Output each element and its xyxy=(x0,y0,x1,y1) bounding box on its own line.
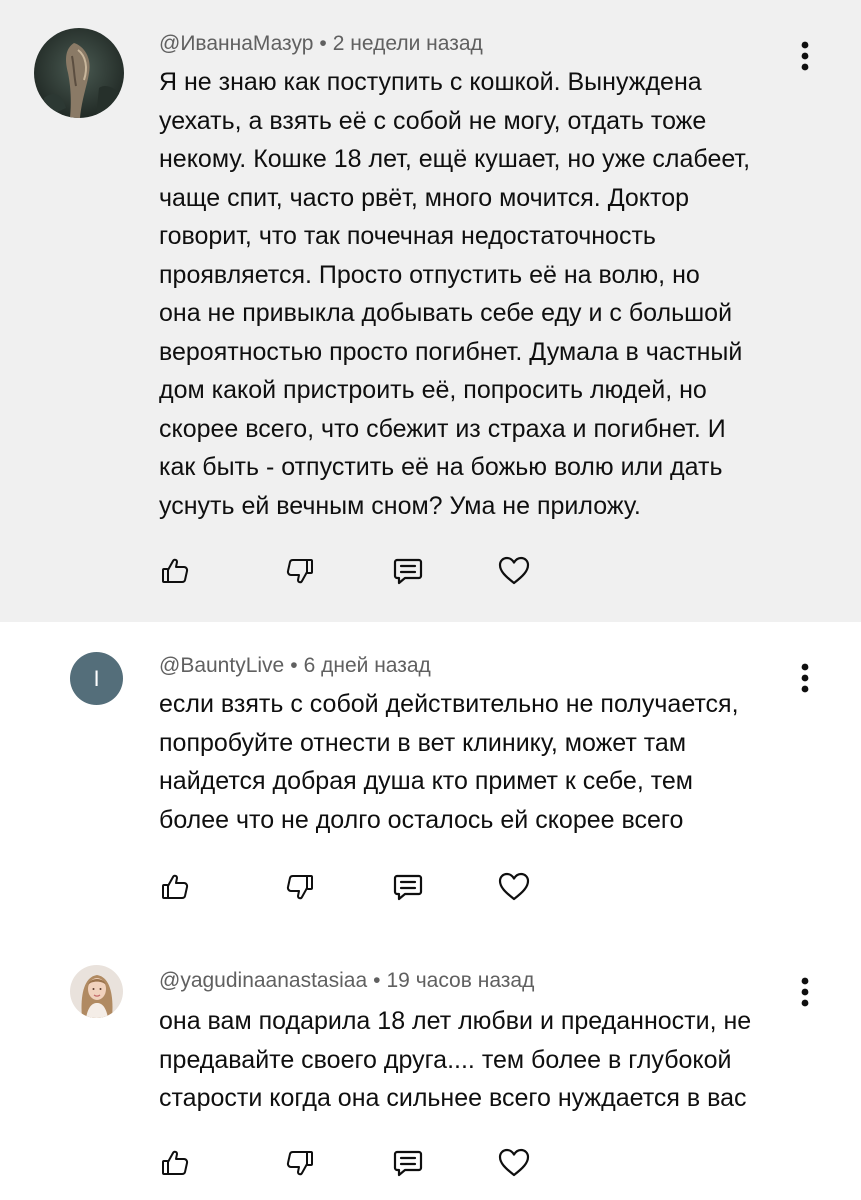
avatar[interactable] xyxy=(70,965,123,1018)
thumb-down-icon xyxy=(286,875,313,900)
comment-line: скорее всего, что сбежит из страха и пог… xyxy=(159,414,726,443)
comment-line: попробуйте отнести в вет клинику, может … xyxy=(159,728,687,757)
author-name[interactable]: @ИваннаМазур xyxy=(159,32,313,55)
comment-line: дом какой пристроить её, попросить людей… xyxy=(159,376,707,404)
comment-time[interactable]: 6 дней назад xyxy=(304,654,431,677)
avatar[interactable] xyxy=(34,28,124,118)
heart-icon xyxy=(498,872,530,901)
comment-time[interactable]: 19 часов назад xyxy=(387,969,535,992)
avatar[interactable]: I xyxy=(70,652,123,705)
thumb-up-icon xyxy=(162,558,189,583)
photo-avatar-icon xyxy=(34,28,124,118)
dislike-button[interactable] xyxy=(280,551,320,591)
comment-line: проявляется. Просто отпустить её на волю… xyxy=(159,260,700,289)
reply-comment-icon xyxy=(393,558,423,585)
like-button[interactable] xyxy=(155,551,195,591)
thumb-up-icon xyxy=(162,1150,189,1175)
photo-avatar-icon xyxy=(70,965,123,1018)
comment-meta: @yagudinaanastasiaa • 19 часов назад xyxy=(159,969,534,993)
reply-comment-icon xyxy=(393,874,423,901)
heart-button[interactable] xyxy=(494,551,534,591)
comment-meta: @BauntyLive • 6 дней назад xyxy=(159,654,431,678)
comment-text: Я не знаю как поступить с кошкой. Вынужд… xyxy=(159,63,819,525)
comment-line: чаще спит, часто рвёт, много мочится. До… xyxy=(159,183,690,212)
comment-line: предавайте своего друга.... тем более в … xyxy=(159,1045,732,1074)
comment-line: уехать, а взять её с собой не могу, отда… xyxy=(159,106,707,135)
thumb-up-icon xyxy=(162,874,189,899)
comment-time[interactable]: 2 недели назад xyxy=(333,32,483,55)
comment-line: если взять с собой действительно не полу… xyxy=(159,690,739,718)
comment-line: Я не знаю как поступить с кошкой. Вынужд… xyxy=(159,68,702,96)
comment-meta: @ИваннаМазур • 2 недели назад xyxy=(159,32,483,56)
comment-line: она вам подарила 18 лет любви и преданно… xyxy=(159,1007,752,1035)
reply-button[interactable] xyxy=(388,551,428,591)
heart-button[interactable] xyxy=(494,1143,534,1183)
meta-separator: • xyxy=(290,654,298,677)
comment-line: некому. Кошке 18 лет, ещё кушает, но уже… xyxy=(159,145,751,173)
comment-line: говорит, что так почечная недостаточност… xyxy=(159,222,656,250)
comment-line: как быть - отпустить её на божью волю ил… xyxy=(159,453,723,481)
comment-text: если взять с собой действительно не полу… xyxy=(159,685,819,839)
comment-3: @yagudinaanastasiaa • 19 часов назад она в… xyxy=(0,940,861,1200)
comment-line: она не привыкла добывать себе еду и с бо… xyxy=(159,299,733,327)
thumb-down-icon xyxy=(286,1151,313,1176)
like-button[interactable] xyxy=(155,1143,195,1183)
dislike-button[interactable] xyxy=(280,867,320,907)
comment-line: более что не долго осталось ей скорее вс… xyxy=(159,805,684,834)
reply-button[interactable] xyxy=(388,1143,428,1183)
heart-button[interactable] xyxy=(494,867,534,907)
dislike-button[interactable] xyxy=(280,1143,320,1183)
reply-button[interactable] xyxy=(388,867,428,907)
comments-page: @ИваннаМазур • 2 недели назад Я не знаю ка… xyxy=(0,0,861,1200)
comment-line: уснуть ей вечным сном? Ума не приложу. xyxy=(159,491,641,520)
comment-line: вероятностью просто погибнет. Думала в ч… xyxy=(159,337,743,366)
reply-comment-icon xyxy=(393,1150,423,1177)
comment-line: старости когда она сильнее всего нуждает… xyxy=(159,1084,747,1112)
author-name[interactable]: @yagudinaanastasiaa xyxy=(159,969,367,992)
comment-text: она вам подарила 18 лет любви и преданно… xyxy=(159,1002,819,1118)
thumb-down-icon xyxy=(286,559,313,584)
comment-2: I @BauntyLive • 6 дней назад если взять с … xyxy=(0,622,861,932)
meta-separator: • xyxy=(373,969,381,992)
meta-separator: • xyxy=(319,32,327,55)
comment-1: @ИваннаМазур • 2 недели назад Я не знаю ка… xyxy=(0,0,861,622)
avatar-letter: I xyxy=(93,665,100,691)
comment-line: найдется добрая душа кто примет к себе, … xyxy=(159,767,693,795)
heart-icon xyxy=(498,556,530,585)
author-name[interactable]: @BauntyLive xyxy=(159,654,284,677)
like-button[interactable] xyxy=(155,867,195,907)
heart-icon xyxy=(498,1148,530,1177)
